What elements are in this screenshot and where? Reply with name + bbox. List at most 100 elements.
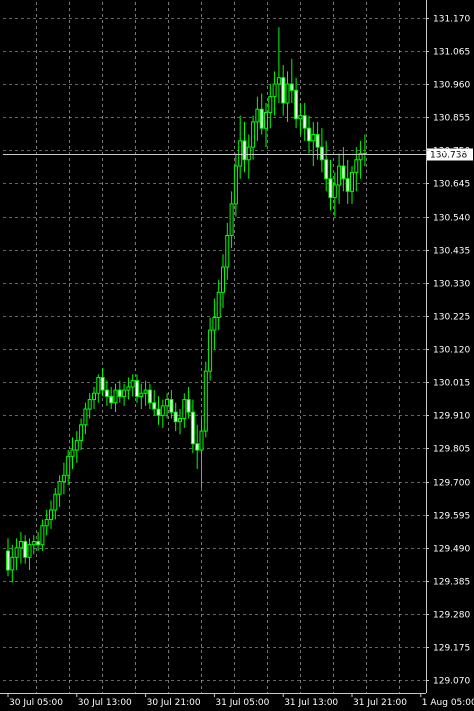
candle-body xyxy=(173,411,178,423)
candle xyxy=(285,71,290,122)
axes: 131.170 131.065 130.960 130.855 130.750 130.6… xyxy=(0,0,474,708)
candle xyxy=(345,159,350,204)
candle-body xyxy=(203,370,208,432)
candle xyxy=(302,102,307,141)
candle xyxy=(147,383,152,410)
candle xyxy=(139,383,144,410)
candle xyxy=(328,159,333,211)
candle xyxy=(152,390,157,416)
candle-body xyxy=(251,121,256,148)
y-tick-label: 131.065 xyxy=(433,48,470,58)
y-tick-label: 129.280 xyxy=(433,611,470,621)
candle-body xyxy=(307,127,311,142)
candle-body xyxy=(74,440,79,451)
candle-body xyxy=(190,411,195,445)
candle xyxy=(122,383,127,406)
candle xyxy=(350,166,354,204)
candle-body xyxy=(44,518,49,527)
candle-body xyxy=(259,108,264,129)
candle-body xyxy=(66,455,71,476)
candle-body xyxy=(233,165,238,205)
candle xyxy=(311,121,316,167)
candle-body xyxy=(289,83,294,91)
candle-body xyxy=(264,111,268,129)
x-tick-label: 31 Jul 05:00 xyxy=(215,698,269,708)
candle xyxy=(358,140,363,179)
candle xyxy=(130,374,135,397)
candle xyxy=(182,393,187,428)
candle-body xyxy=(225,234,230,268)
candle-body xyxy=(272,83,277,98)
candle xyxy=(160,399,165,428)
candle xyxy=(44,509,49,536)
candle xyxy=(61,462,66,495)
candle xyxy=(173,402,178,432)
candle xyxy=(229,191,234,249)
candle-body xyxy=(242,140,247,161)
candle-body xyxy=(281,77,286,104)
y-tick-label: 129.910 xyxy=(433,412,470,422)
candle xyxy=(225,222,230,280)
y-tick-label: 130.225 xyxy=(433,313,470,323)
candle-body xyxy=(18,541,23,549)
candle-body xyxy=(195,443,200,451)
candle xyxy=(289,58,294,103)
candle xyxy=(87,393,92,419)
y-tick-label: 129.805 xyxy=(433,445,470,455)
candle xyxy=(337,153,342,204)
candle-body xyxy=(285,83,290,104)
candle xyxy=(186,386,191,419)
candle xyxy=(264,102,268,148)
candle-body xyxy=(332,184,337,199)
candle-body xyxy=(345,178,350,192)
candle xyxy=(298,102,303,135)
candle-body xyxy=(169,399,174,413)
candle-body xyxy=(70,449,75,457)
candle xyxy=(126,377,131,400)
candle xyxy=(341,147,346,192)
candle-body xyxy=(212,317,217,331)
y-tick-label: 129.385 xyxy=(433,578,470,588)
candle-body xyxy=(328,178,333,199)
candle xyxy=(143,380,148,406)
candle-body xyxy=(298,115,303,120)
candle xyxy=(246,134,251,179)
candle-body xyxy=(36,541,41,546)
candle xyxy=(79,418,84,451)
candle-body xyxy=(143,389,148,394)
candle-body xyxy=(79,424,84,442)
candle xyxy=(6,538,10,577)
candle xyxy=(31,535,36,555)
x-tick-label: 30 Jul 13:00 xyxy=(78,698,132,708)
candle-body xyxy=(14,547,19,558)
candle xyxy=(74,431,79,463)
candle xyxy=(66,450,71,485)
candle xyxy=(199,418,204,488)
x-tick-label: 1 Aug 05:00 xyxy=(422,698,474,708)
candle-body xyxy=(96,376,101,394)
candle xyxy=(221,254,225,309)
candle-body xyxy=(152,402,157,410)
candle-body xyxy=(139,392,144,397)
candle-body xyxy=(117,389,122,397)
candle-body xyxy=(92,392,96,401)
candle-body xyxy=(100,376,105,391)
candle xyxy=(40,519,45,552)
candle xyxy=(276,27,281,103)
y-tick-label: 130.120 xyxy=(433,346,470,356)
candle-body xyxy=(302,115,307,129)
candle-body xyxy=(238,140,243,167)
candle xyxy=(272,71,277,116)
y-tick-label: 130.435 xyxy=(433,247,470,257)
candle-body xyxy=(186,399,191,413)
candle-body xyxy=(130,380,135,388)
candle xyxy=(203,361,208,438)
y-tick-label: 130.015 xyxy=(433,379,470,389)
candle-body xyxy=(221,266,225,293)
candle-body xyxy=(57,481,62,495)
y-tick-label: 131.170 xyxy=(433,15,470,25)
x-tick-label: 31 Jul 21:00 xyxy=(353,698,407,708)
candle-body xyxy=(294,89,299,120)
candle xyxy=(307,115,311,154)
candle-body xyxy=(104,389,109,397)
